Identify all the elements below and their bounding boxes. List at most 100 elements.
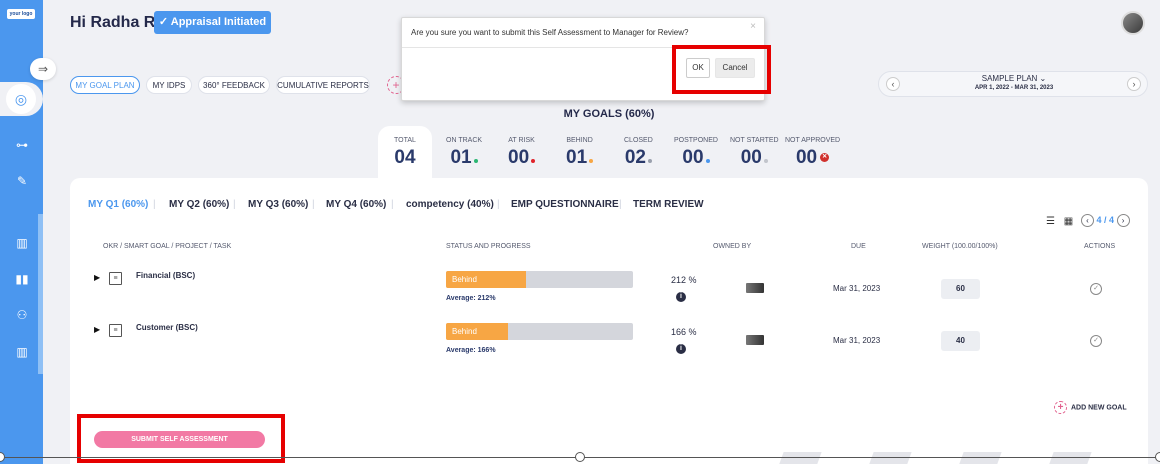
tab-q2[interactable]: MY Q2 (60%) [169,199,229,210]
appraisal-status-button[interactable]: ✓ Appraisal Initiated [154,11,271,34]
check-action-icon[interactable]: ✓ [1090,283,1102,295]
tab-my-goal-plan[interactable]: MY GOAL PLAN [70,76,140,94]
sidebar-item-hierarchy[interactable]: ⊶ [13,136,31,154]
on-track-dot-icon [473,159,478,163]
tab-separator: | [391,199,394,210]
team-icon: ⚇ [16,308,28,322]
not-approved-x-icon: ✕ [820,153,830,163]
behind-dot-icon [589,159,594,163]
book-icon: ▮▮ [15,272,29,286]
greeting: Hi Radha R [70,14,156,31]
owner-avatar[interactable] [746,283,764,293]
average-text: Average: 166% [446,347,496,354]
tab-q1[interactable]: MY Q1 (60%) [88,199,148,210]
pager: ‹ 4 / 4 › [1081,214,1130,227]
due-date: Mar 31, 2023 [833,284,881,293]
decoration [956,452,1002,464]
col-actions: ACTIONS [1084,243,1116,250]
highlight-box-submit [77,414,285,463]
pager-text: 4 / 4 [1096,215,1115,225]
stat-closed[interactable]: CLOSED 02 [624,137,653,169]
tab-competency[interactable]: competency (40%) [406,199,494,210]
tab-my-idps[interactable]: MY IDPS [146,76,192,94]
pager-next-button[interactable]: › [1116,214,1130,227]
col-owned-by: OWNED BY [713,243,752,250]
weight-input[interactable]: 40 [941,331,980,351]
decoration [776,452,822,464]
stat-not-approved[interactable]: NOT APPROVED 00 ✕ [785,137,840,169]
chevron-left-icon: ‹ [1086,216,1089,225]
goal-doc-icon: ≡ [109,272,122,285]
col-weight: WEIGHT (100.00/100%) [922,243,998,250]
sidebar-item-team[interactable]: ⚇ [13,306,31,324]
due-date: Mar 31, 2023 [833,336,881,345]
tab-q4[interactable]: MY Q4 (60%) [326,199,386,210]
resize-handle[interactable] [1155,452,1160,462]
list-view-icon[interactable]: ☰ [1046,216,1055,227]
col-status: STATUS AND PROGRESS [446,243,531,250]
stat-not-started[interactable]: NOT STARTED 00 [730,137,779,169]
tab-emp-questionnaire[interactable]: EMP QUESTIONNAIRE [511,199,619,210]
grid-view-icon[interactable]: ▦ [1064,216,1073,227]
hierarchy-icon: ⊶ [16,138,28,152]
info-icon[interactable]: i [676,344,686,354]
analytics-icon: ▥ [16,345,28,359]
check-action-icon[interactable]: ✓ [1090,335,1102,347]
chevron-right-icon: › [1132,79,1136,89]
goal-name[interactable]: Customer (BSC) [136,323,198,332]
not-started-dot-icon [763,159,768,163]
tab-cumulative-reports[interactable]: CUMULATIVE REPORTS [276,76,370,94]
expand-arrow-icon[interactable]: ▶ [94,273,100,282]
avatar[interactable] [1121,11,1145,35]
close-icon[interactable]: × [750,21,756,32]
next-plan-button[interactable]: › [1127,77,1141,91]
stat-on-track[interactable]: ON TRACK 01 [446,137,482,169]
status-label: Behind [452,327,477,336]
tab-360-feedback[interactable]: 360° FEEDBACK [198,76,270,94]
decoration [866,452,912,464]
tab-separator: | [497,199,500,210]
view-toggle[interactable]: ☰ ▦ [1046,216,1073,227]
info-icon[interactable]: i [676,292,686,302]
dialog-message: Are you sure you want to submit this Sel… [411,28,689,37]
col-task: OKR / SMART GOAL / PROJECT / TASK [103,243,232,250]
weight-input[interactable]: 60 [941,279,980,299]
expand-arrow-icon[interactable]: ▶ [94,325,100,334]
plan-dates: APR 1, 2022 - MAR 31, 2023 [974,85,1054,91]
tab-term-review[interactable]: TERM REVIEW [633,199,704,210]
plus-icon: + [1054,401,1067,414]
add-new-goal-button[interactable]: + ADD NEW GOAL [1054,401,1127,414]
stat-behind[interactable]: BEHIND 01 [566,137,594,169]
sidebar-item-reports[interactable]: ▥ [13,234,31,252]
stat-total[interactable]: TOTAL 04 [378,137,432,169]
sidebar-scroll-strip [38,214,43,374]
progress-bar: Behind [446,271,633,288]
percent-text: 212 % [671,275,697,285]
bar-chart-icon: ▥ [16,236,28,250]
tab-q3[interactable]: MY Q3 (60%) [248,199,308,210]
sidebar-item-analytics[interactable]: ▥ [13,343,31,361]
tab-separator: | [233,199,236,210]
goal-doc-icon: ≡ [109,324,122,337]
plan-selector[interactable]: ‹ SAMPLE PLAN ⌄ APR 1, 2022 - MAR 31, 20… [878,71,1148,97]
goal-name[interactable]: Financial (BSC) [136,271,195,280]
chevron-right-icon: › [1121,216,1125,225]
resize-handle[interactable] [575,452,585,462]
sidebar-item-notes[interactable]: ✎ [13,172,31,190]
highlight-box-dialog-buttons [672,45,771,94]
percent-text: 166 % [671,327,697,337]
plus-icon: + [392,78,400,92]
sidebar-item-book[interactable]: ▮▮ [13,270,31,288]
logo: your logo [7,9,35,19]
owner-avatar[interactable] [746,335,764,345]
edit-note-icon: ✎ [16,174,28,188]
collapse-sidebar-button[interactable]: ⇒ [30,58,56,80]
plan-name[interactable]: SAMPLE PLAN ⌄ [879,74,1149,83]
pager-prev-button[interactable]: ‹ [1081,214,1094,227]
stat-at-risk[interactable]: AT RISK 00 [508,137,536,169]
stat-postponed[interactable]: POSTPONED 00 [674,137,718,169]
tab-separator: | [619,199,622,210]
chevron-down-icon: ⌄ [1039,74,1047,83]
col-due: DUE [851,243,866,250]
closed-dot-icon [647,159,652,163]
